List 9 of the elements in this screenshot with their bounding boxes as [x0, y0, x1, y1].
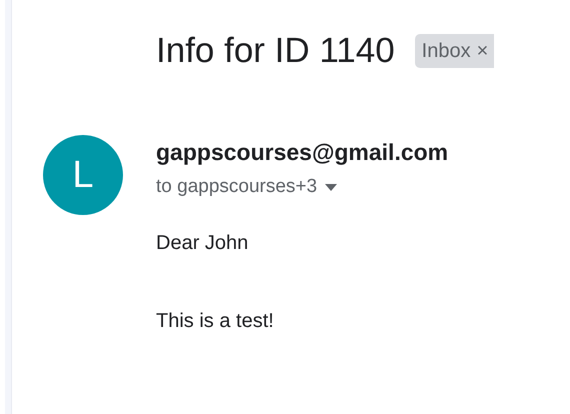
- dropdown-caret-icon[interactable]: [325, 184, 338, 191]
- sender-email: gappscourses@gmail.com: [156, 138, 448, 167]
- chip-label: Inbox: [422, 39, 471, 64]
- message-paragraph: This is a test!: [156, 308, 275, 334]
- remove-label-button[interactable]: ×: [476, 36, 488, 66]
- message-paragraph: Dear John: [156, 230, 250, 256]
- email-subject: Info for ID 1140: [156, 30, 395, 72]
- recipients-text: to gappscourses+3: [156, 175, 318, 199]
- sender-avatar: L: [43, 135, 123, 215]
